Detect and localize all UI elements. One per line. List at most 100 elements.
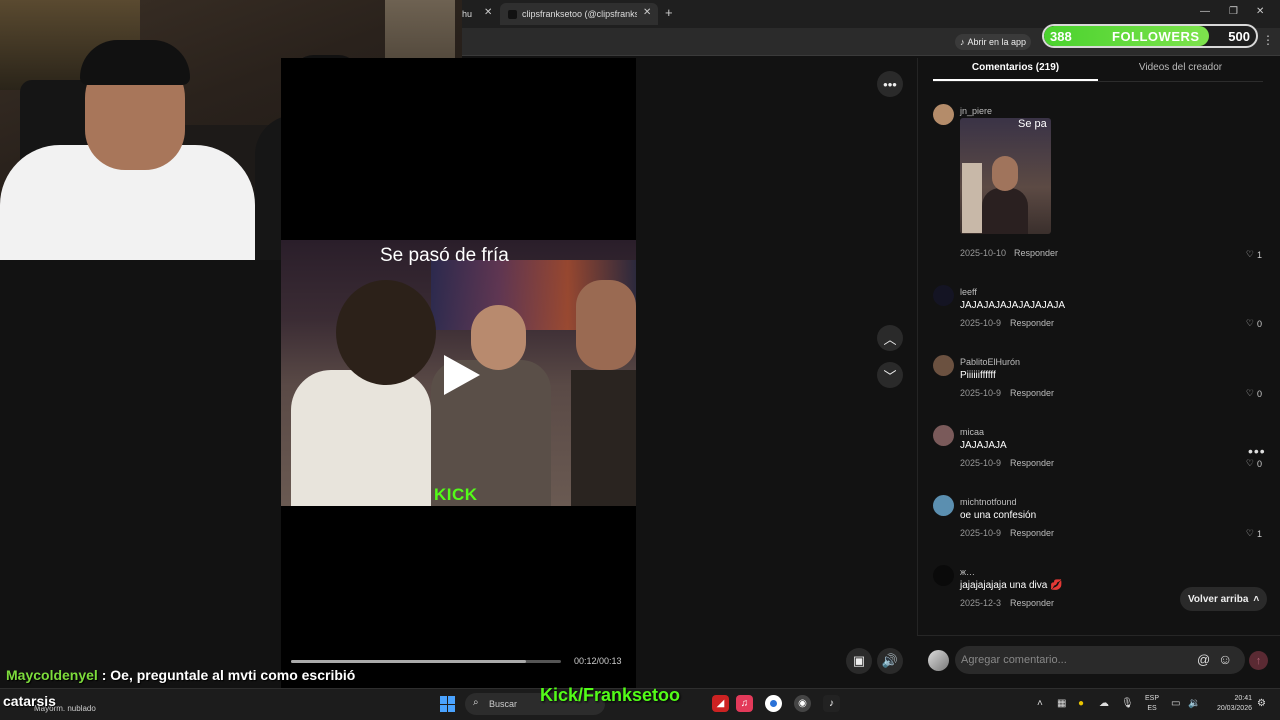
reply-button[interactable]: Responder: [1010, 598, 1054, 608]
comment-username[interactable]: PablitoElHurón: [960, 357, 1020, 367]
send-button[interactable]: ↑: [1249, 651, 1268, 670]
media-figure: [982, 188, 1028, 234]
app-icon[interactable]: ◢: [712, 695, 729, 712]
restore-icon[interactable]: ❐: [1229, 6, 1238, 17]
kick-channel-overlay: Kick/Franksetoo: [540, 685, 681, 705]
chrome-icon[interactable]: [765, 695, 782, 712]
comment-username[interactable]: leeff: [960, 287, 977, 297]
language-indicator[interactable]: ESP ES: [1145, 694, 1159, 714]
comment-date: 2025-10-9: [960, 388, 1002, 398]
music-icon[interactable]: ♫: [736, 695, 753, 712]
close-icon[interactable]: ✕: [643, 7, 651, 18]
avatar[interactable]: [933, 285, 954, 306]
chat-username: Maycoldenyel: [6, 667, 98, 683]
cloud-icon[interactable]: ☁: [1099, 698, 1109, 709]
comment-item: PablitoElHurón Piiiiiiffffff 2025-10-9 R…: [933, 355, 1268, 405]
close-icon[interactable]: ✕: [484, 7, 492, 18]
video-person-right-body: [571, 370, 636, 506]
comment-date: 2025-10-10: [960, 248, 1007, 258]
arrow-up-icon: ↑: [1255, 654, 1262, 667]
system-clock[interactable]: 20:41 20/03/2026: [1206, 694, 1252, 714]
chevron-up-icon[interactable]: ︿: [877, 325, 903, 351]
microphone-icon[interactable]: 🎙: [1121, 698, 1134, 709]
avatar[interactable]: [933, 104, 954, 125]
avatar[interactable]: [933, 355, 954, 376]
comment-media-thumbnail[interactable]: Se pa: [960, 118, 1051, 234]
video-caption: Se pasó de fría: [380, 245, 509, 266]
comment-username[interactable]: micaa: [960, 427, 984, 437]
tab-title: clipsfranksetoo (@clipsfranks…: [522, 9, 637, 19]
comment-date: 2025-10-9: [960, 528, 1002, 538]
window-close-icon[interactable]: ✕: [1256, 6, 1264, 17]
tab-creator-videos[interactable]: Videos del creador: [1098, 62, 1263, 73]
followers-label: FOLLOWERS: [1112, 29, 1200, 44]
like-button[interactable]: ♡ 0: [1246, 458, 1262, 469]
comment-item: michtnotfound oe una confesión 2025-10-9…: [933, 495, 1268, 545]
comment-item: jn_piere Se pa 2025-10-10 Responder ♡ 1: [933, 104, 1268, 264]
comment-more-icon[interactable]: •••: [1248, 443, 1266, 459]
avatar: [928, 650, 949, 671]
reply-button[interactable]: Responder: [1010, 458, 1054, 468]
browser-menu-icon[interactable]: ⋮: [1262, 33, 1274, 47]
heart-icon: ♡: [1245, 388, 1254, 398]
kick-watermark: KICK: [434, 485, 478, 504]
volume-icon[interactable]: 🔊: [877, 648, 903, 674]
video-progress-fill: [291, 660, 526, 663]
chevron-down-icon[interactable]: ﹀: [877, 362, 903, 388]
comment-username[interactable]: jn_piere: [960, 106, 992, 116]
minimize-icon[interactable]: —: [1200, 6, 1210, 17]
avatar[interactable]: [933, 495, 954, 516]
browser-tab-active[interactable]: clipsfranksetoo (@clipsfranks…: [500, 3, 658, 25]
reply-button[interactable]: Responder: [1010, 318, 1054, 328]
tab-comments[interactable]: Comentarios (219): [933, 62, 1098, 73]
media-figure: [962, 163, 982, 233]
streamer-hair: [80, 40, 190, 85]
comment-text: Piiiiiiffffff: [960, 370, 996, 381]
reply-button[interactable]: Responder: [1010, 528, 1054, 538]
browser-tab-previous[interactable]: hu: [462, 3, 472, 25]
clock-time: 20:41: [1234, 695, 1252, 702]
like-count: 1: [1256, 528, 1262, 539]
stream-chat-message: Maycoldenyel : Oe, preguntale al mvti co…: [6, 667, 355, 683]
notification-icon[interactable]: ⚙: [1257, 698, 1266, 709]
avatar[interactable]: [933, 425, 954, 446]
comment-text: JAJAJAJAJAJAJAJAJA: [960, 300, 1066, 311]
like-button[interactable]: ♡ 1: [1246, 249, 1262, 260]
comment-text: JAJAJAJA: [960, 440, 1007, 451]
video-person-curly-hair: [336, 280, 436, 385]
comment-username[interactable]: michtnotfound: [960, 497, 1017, 507]
video-progress-bar[interactable]: [291, 660, 561, 663]
reply-button[interactable]: Responder: [1014, 248, 1058, 258]
tray-app-icon[interactable]: ●: [1078, 698, 1084, 709]
comment-date: 2025-10-9: [960, 458, 1002, 468]
tray-app-icon[interactable]: ▦: [1057, 698, 1066, 709]
back-to-top-button[interactable]: Volver arriba ˄: [1180, 587, 1268, 611]
heart-icon: ♡: [1245, 249, 1254, 259]
volume-tray-icon[interactable]: 🔉: [1188, 698, 1200, 709]
followers-goal-widget: 388 FOLLOWERS 500: [1042, 24, 1258, 48]
avatar[interactable]: [933, 565, 954, 586]
network-icon[interactable]: ▭: [1171, 698, 1180, 709]
search-icon: ⌕: [473, 697, 479, 708]
comment-text: oe una confesión: [960, 510, 1037, 521]
play-icon[interactable]: [444, 355, 480, 395]
like-button[interactable]: ♡ 1: [1246, 528, 1262, 539]
obs-icon[interactable]: ◉: [794, 695, 811, 712]
like-button[interactable]: ♡ 0: [1246, 388, 1262, 399]
comment-text: jajajajajaja una diva 💋: [960, 580, 1063, 591]
open-in-app-label: Abrir en la app: [967, 37, 1027, 47]
open-in-app-button[interactable]: ♪ Abrir en la app: [955, 34, 1032, 50]
pip-icon[interactable]: ▣: [846, 648, 872, 674]
tiktok-app-icon[interactable]: ♪: [823, 695, 840, 712]
like-button[interactable]: ♡ 0: [1246, 318, 1262, 329]
tray-chevron-icon[interactable]: ˄: [1037, 698, 1043, 709]
comment-username[interactable]: ж…: [960, 567, 975, 577]
emoji-icon[interactable]: ☺: [1218, 651, 1232, 667]
more-options-icon[interactable]: •••: [877, 71, 903, 97]
mention-icon[interactable]: @: [1197, 652, 1210, 667]
tab-title: hu: [462, 9, 473, 19]
reply-button[interactable]: Responder: [1010, 388, 1054, 398]
comment-item: leeff JAJAJAJAJAJAJAJAJA 2025-10-9 Respo…: [933, 285, 1268, 335]
new-tab-button[interactable]: +: [665, 5, 673, 20]
windows-start-icon[interactable]: [440, 696, 456, 712]
